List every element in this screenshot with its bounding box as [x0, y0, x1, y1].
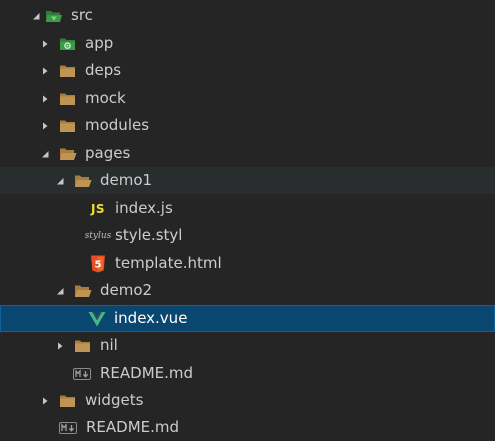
tree-item-src[interactable]: src	[0, 2, 495, 29]
chevron-down-icon[interactable]	[29, 9, 43, 23]
folder-icon	[74, 338, 92, 354]
chevron-down-icon[interactable]	[53, 174, 67, 188]
chevron-right-icon[interactable]	[38, 64, 52, 78]
svg-text:5: 5	[95, 259, 102, 270]
app-folder-icon	[59, 36, 77, 52]
tree-item-template-html[interactable]: 5 template.html	[0, 250, 495, 277]
tree-item-label: demo2	[100, 281, 153, 299]
tree-item-deps[interactable]: deps	[0, 57, 495, 84]
folder-icon	[59, 63, 77, 79]
tree-item-modules[interactable]: modules	[0, 112, 495, 139]
tree-item-label: nil	[100, 336, 118, 354]
tree-item-app[interactable]: app	[0, 30, 495, 57]
tree-item-readme-md[interactable]: README.md	[0, 414, 495, 441]
markdown-file-icon	[59, 420, 77, 436]
tree-item-label: deps	[85, 61, 122, 79]
tree-item-label: index.js	[115, 199, 173, 217]
vue-file-icon	[88, 311, 106, 327]
html5-file-icon: 5	[89, 255, 107, 272]
tree-item-label: src	[71, 6, 93, 24]
tree-item-label: README.md	[100, 364, 194, 382]
file-explorer-tree: src app deps mock modules pages demo1 JS…	[0, 0, 495, 441]
tree-item-demo1[interactable]: demo1	[0, 167, 495, 194]
folder-open-icon	[74, 173, 92, 189]
tree-item-label: demo1	[100, 171, 153, 189]
tree-item-widgets[interactable]: widgets	[0, 387, 495, 414]
tree-item-label: index.vue	[114, 309, 188, 327]
folder-open-icon	[74, 283, 92, 299]
tree-item-index-js[interactable]: JS index.js	[0, 195, 495, 222]
chevron-down-icon[interactable]	[53, 284, 67, 298]
tree-item-mock[interactable]: mock	[0, 85, 495, 112]
folder-open-icon	[59, 146, 77, 162]
tree-item-pages[interactable]: pages	[0, 140, 495, 167]
tree-item-label: style.styl	[115, 226, 183, 244]
folder-icon	[59, 118, 77, 134]
tree-item-style-styl[interactable]: stylus style.styl	[0, 222, 495, 249]
tree-item-label: README.md	[86, 418, 180, 436]
tree-item-label: template.html	[115, 254, 222, 272]
tree-item-index-vue[interactable]: index.vue	[0, 305, 495, 332]
chevron-right-icon[interactable]	[38, 37, 52, 51]
folder-icon	[59, 393, 77, 409]
tree-item-label: mock	[85, 89, 126, 107]
chevron-right-icon[interactable]	[38, 394, 52, 408]
tree-item-label: modules	[85, 116, 150, 134]
chevron-right-icon[interactable]	[38, 119, 52, 133]
folder-icon	[59, 91, 77, 107]
tree-item-readme-md[interactable]: README.md	[0, 360, 495, 387]
tree-item-label: widgets	[85, 391, 144, 409]
tree-item-label: app	[85, 34, 114, 52]
chevron-right-icon[interactable]	[53, 339, 67, 353]
stylus-icon-text: stylus	[84, 230, 112, 241]
javascript-icon-text: JS	[90, 201, 106, 216]
chevron-down-icon[interactable]	[38, 147, 52, 161]
src-folder-icon	[45, 8, 63, 24]
tree-item-label: pages	[85, 144, 131, 162]
tree-item-nil[interactable]: nil	[0, 332, 495, 359]
chevron-right-icon[interactable]	[38, 92, 52, 106]
javascript-file-icon: JS	[89, 201, 107, 217]
markdown-file-icon	[73, 366, 91, 382]
stylus-file-icon: stylus	[85, 228, 112, 244]
tree-item-demo2[interactable]: demo2	[0, 277, 495, 304]
